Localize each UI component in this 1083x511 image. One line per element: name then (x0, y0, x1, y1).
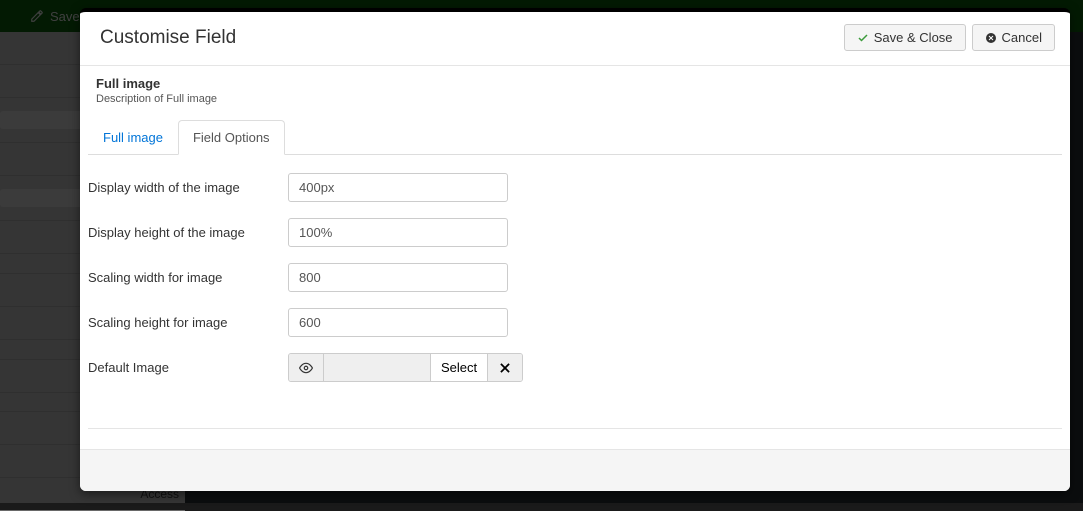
cancel-button[interactable]: Cancel (972, 24, 1055, 51)
tab-field-options[interactable]: Field Options (178, 120, 285, 155)
default-image-group: Select (288, 353, 523, 382)
input-scaling-width[interactable] (288, 263, 508, 292)
default-image-value (324, 354, 430, 381)
field-options-form: Display width of the image Display heigh… (88, 155, 1062, 429)
cancel-icon (985, 32, 997, 44)
input-scaling-height[interactable] (288, 308, 508, 337)
clear-image-button[interactable] (487, 354, 522, 381)
input-display-width[interactable] (288, 173, 508, 202)
field-description: Description of Full image (96, 93, 1062, 105)
field-title: Full image (96, 76, 1062, 91)
check-icon (857, 32, 869, 44)
cancel-label: Cancel (1002, 30, 1042, 45)
label-default-image: Default Image (88, 360, 288, 375)
select-image-button[interactable]: Select (430, 354, 487, 381)
tab-full-image[interactable]: Full image (88, 120, 178, 155)
input-display-height[interactable] (288, 218, 508, 247)
eye-icon (299, 361, 313, 375)
label-display-height: Display height of the image (88, 225, 288, 240)
row-default-image: Default Image Select (88, 353, 1062, 382)
label-scaling-width: Scaling width for image (88, 270, 288, 285)
tabs: Full image Field Options (88, 119, 1062, 155)
label-scaling-height: Scaling height for image (88, 315, 288, 330)
modal-body: Full image Description of Full image Ful… (80, 66, 1070, 449)
modal-footer (80, 449, 1070, 491)
customise-field-modal: Customise Field Save & Close Cancel Full… (80, 8, 1070, 491)
modal-header: Customise Field Save & Close Cancel (80, 12, 1070, 66)
field-heading: Full image Description of Full image (88, 66, 1062, 113)
save-close-label: Save & Close (874, 30, 953, 45)
label-display-width: Display width of the image (88, 180, 288, 195)
preview-image-button[interactable] (289, 354, 324, 381)
row-scaling-width: Scaling width for image (88, 263, 1062, 292)
save-close-button[interactable]: Save & Close (844, 24, 966, 51)
x-icon (498, 361, 512, 375)
modal-title: Customise Field (100, 27, 838, 49)
row-display-width: Display width of the image (88, 173, 1062, 202)
row-scaling-height: Scaling height for image (88, 308, 1062, 337)
row-display-height: Display height of the image (88, 218, 1062, 247)
